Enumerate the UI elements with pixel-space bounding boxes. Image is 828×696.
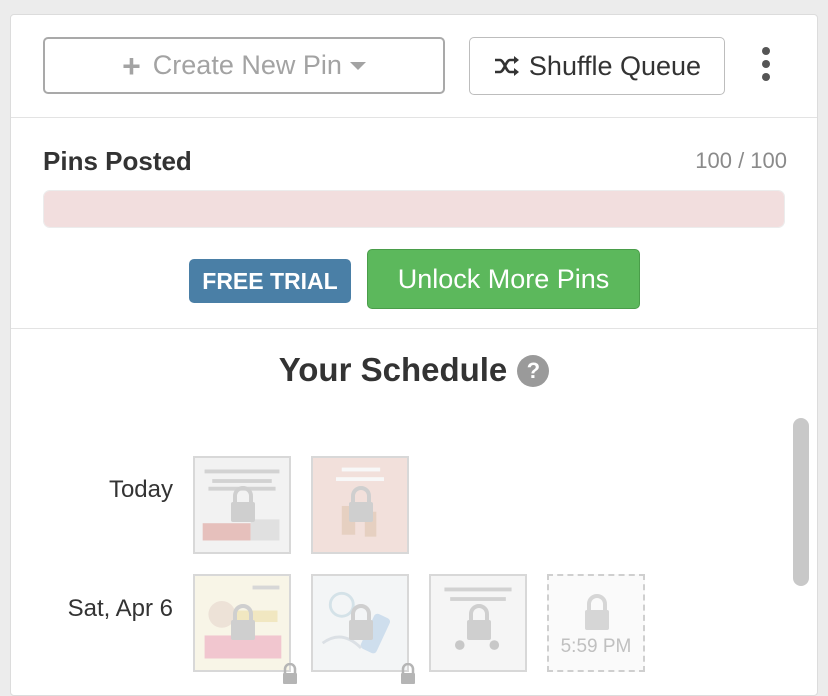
day-label-today: Today xyxy=(108,476,173,503)
lock-icon xyxy=(467,604,491,640)
pins-posted-progress xyxy=(43,190,785,228)
day-label-sat-apr-6: Sat, Apr 6 xyxy=(67,595,173,622)
question-icon[interactable]: ? xyxy=(517,355,550,387)
lock-icon xyxy=(585,594,609,630)
scheduled-pin[interactable] xyxy=(193,456,291,554)
empty-time-slot[interactable]: 5:59 PM xyxy=(547,574,645,672)
scheduled-pin[interactable] xyxy=(311,456,409,554)
lock-icon xyxy=(349,604,373,640)
shuffle-icon xyxy=(494,56,519,76)
lock-icon xyxy=(231,486,255,522)
pins-posted-count: 100 / 100 xyxy=(695,148,787,173)
lock-icon xyxy=(349,486,373,522)
free-trial-badge: FREE TRIAL xyxy=(189,259,351,303)
more-vertical-icon[interactable] xyxy=(755,47,777,87)
pin-queue-panel: + Create New Pin Shuffle Queue Pins Post… xyxy=(10,14,818,696)
time-slot-label: 5:59 PM xyxy=(560,636,632,657)
plus-icon: + xyxy=(122,47,141,84)
scheduled-pin[interactable] xyxy=(429,574,527,672)
scheduled-pin[interactable] xyxy=(193,574,291,672)
unlock-more-pins-button[interactable]: Unlock More Pins xyxy=(367,249,640,309)
pins-posted-label: Pins Posted xyxy=(43,146,192,176)
create-new-pin-button[interactable]: + Create New Pin xyxy=(43,37,445,94)
caret-down-icon xyxy=(349,61,366,70)
lock-icon xyxy=(231,604,255,640)
lock-icon xyxy=(283,663,297,684)
create-new-pin-label: Create New Pin xyxy=(152,50,342,80)
lock-icon xyxy=(401,663,415,684)
pins-posted-progress-fill xyxy=(44,191,784,227)
toolbar: + Create New Pin Shuffle Queue xyxy=(11,15,817,118)
schedule-title: Your Schedule? xyxy=(11,351,817,389)
shuffle-queue-label: Shuffle Queue xyxy=(528,50,702,81)
pins-posted-section: Pins Posted 100 / 100 FREE TRIAL Unlock … xyxy=(11,118,817,329)
schedule-title-text: Your Schedule xyxy=(278,351,508,388)
schedule-scrollbar-thumb[interactable] xyxy=(793,418,809,586)
scheduled-pin[interactable] xyxy=(311,574,409,672)
schedule-section: Your Schedule? Today Sat, Apr 6 5:59 PM xyxy=(11,329,817,689)
shuffle-queue-button[interactable]: Shuffle Queue xyxy=(469,37,725,95)
